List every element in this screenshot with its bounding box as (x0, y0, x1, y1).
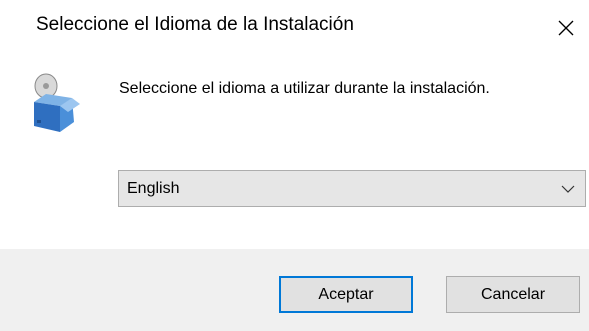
close-icon (557, 19, 575, 37)
close-button[interactable] (543, 0, 589, 56)
cancel-button[interactable]: Cancelar (446, 276, 580, 313)
language-select[interactable]: English (118, 170, 586, 207)
window-title: Seleccione el Idioma de la Instalación (36, 14, 354, 35)
installer-box-with-disc-icon (28, 70, 82, 136)
title-bar: Seleccione el Idioma de la Instalación (0, 0, 589, 56)
chevron-down-icon[interactable] (551, 171, 585, 206)
accept-button[interactable]: Aceptar (279, 276, 413, 313)
language-select-value: English (127, 179, 180, 197)
setup-language-dialog: Seleccione el Idioma de la Instalación S… (0, 0, 589, 331)
instruction-text: Seleccione el idioma a utilizar durante … (119, 80, 490, 97)
